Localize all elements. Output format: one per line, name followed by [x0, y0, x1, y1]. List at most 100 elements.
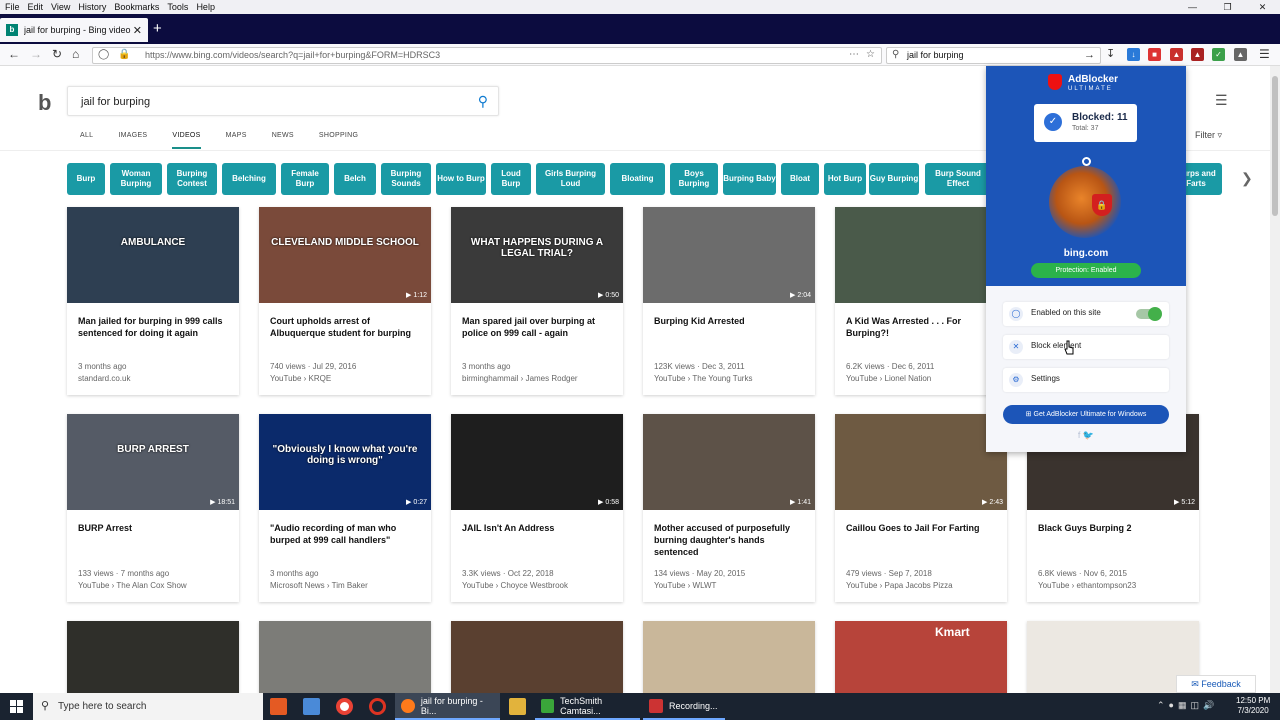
windows-start-icon[interactable]: [10, 700, 23, 713]
video-thumbnail[interactable]: [259, 621, 431, 693]
social-links[interactable]: f 🐦: [986, 430, 1186, 441]
scope-videos[interactable]: VIDEOS: [172, 132, 201, 149]
video-thumbnail[interactable]: [835, 207, 1007, 303]
video-card[interactable]: ▶ 2:04 Burping Kid Arrested 123K views · D…: [643, 207, 815, 395]
menu-history[interactable]: History: [78, 2, 106, 12]
video-thumbnail[interactable]: [451, 621, 623, 693]
taskbar-firefox[interactable]: jail for burping - Bi...: [395, 693, 500, 720]
new-tab-icon[interactable]: +: [153, 20, 162, 37]
close-tab-icon[interactable]: ✕: [133, 24, 142, 37]
video-title[interactable]: Caillou Goes to Jail For Farting: [846, 522, 998, 534]
video-thumbnail[interactable]: ▶ 2:43: [835, 414, 1007, 510]
video-title[interactable]: JAIL Isn't An Address: [462, 522, 614, 534]
browser-tab[interactable]: b jail for burping - Bing video ✕: [0, 18, 148, 42]
related-pill[interactable]: Belch: [334, 163, 376, 195]
related-pill[interactable]: Bloat: [781, 163, 819, 195]
related-pill[interactable]: How to Burp: [436, 163, 486, 195]
forward-icon[interactable]: →: [30, 47, 42, 61]
video-source[interactable]: Microsoft News › Tim Baker: [270, 581, 368, 590]
minimize-icon[interactable]: —: [1175, 0, 1210, 14]
video-source[interactable]: standard.co.uk: [78, 374, 130, 383]
video-thumbnail[interactable]: ▶ 1:41: [643, 414, 815, 510]
video-card[interactable]: AMBULANCE Man jailed for burping in 999 c…: [67, 207, 239, 395]
reload-icon[interactable]: ↻: [52, 47, 62, 61]
video-title[interactable]: "Audio recording of man who burped at 99…: [270, 522, 422, 546]
open-menu-icon[interactable]: ☰: [1259, 47, 1270, 61]
related-pill[interactable]: Female Burp: [281, 163, 329, 195]
pills-next-chevron-icon[interactable]: ❯: [1241, 170, 1253, 187]
downloads-icon[interactable]: ↧: [1106, 47, 1115, 60]
video-title[interactable]: Man jailed for burping in 999 calls sent…: [78, 315, 230, 339]
privacy-shield-icon[interactable]: ▲: [1234, 48, 1247, 61]
related-pill[interactable]: Belching: [222, 163, 276, 195]
taskbar-recording[interactable]: Recording...: [643, 693, 725, 720]
page-actions-icon[interactable]: ⋯: [849, 49, 859, 60]
menu-view[interactable]: View: [51, 2, 70, 12]
bing-search-query[interactable]: jail for burping: [81, 96, 150, 108]
video-title[interactable]: Mother accused of purposefully burning d…: [654, 522, 806, 558]
related-pill[interactable]: Burping Baby: [723, 163, 776, 195]
lock-icon[interactable]: 🔒: [118, 49, 130, 60]
scope-shopping[interactable]: SHOPPING: [319, 132, 358, 149]
video-source[interactable]: YouTube › Papa Jacobs Pizza: [846, 581, 953, 590]
video-thumbnail[interactable]: BURP ARREST ▶ 18:51: [67, 414, 239, 510]
menu-file[interactable]: File: [5, 2, 20, 12]
video-source[interactable]: YouTube › Choyce Westbrook: [462, 581, 568, 590]
scope-maps[interactable]: MAPS: [226, 132, 247, 149]
chrome-icon[interactable]: [336, 698, 353, 715]
related-pill[interactable]: Burp Sound Effect: [925, 163, 991, 195]
related-pill[interactable]: Guy Burping: [869, 163, 919, 195]
url-bar[interactable]: ◯ 🔒 https://www.bing.com/videos/search?q…: [92, 47, 882, 64]
file-explorer-icon[interactable]: [509, 698, 526, 715]
video-source[interactable]: YouTube › The Young Turks: [654, 374, 752, 383]
video-thumbnail[interactable]: Kmart: [835, 621, 1007, 693]
related-pill[interactable]: Hot Burp: [824, 163, 866, 195]
bing-search-icon[interactable]: ⚲: [478, 93, 488, 110]
taskbar-camtasia[interactable]: TechSmith Camtasi...: [535, 693, 640, 720]
video-card[interactable]: "Obviously I know what you're doing is w…: [259, 414, 431, 602]
video-thumbnail[interactable]: WHAT HAPPENS DURING A LEGAL TRIAL? ▶ 0:50: [451, 207, 623, 303]
video-card[interactable]: BURP ARREST ▶ 18:51 BURP Arrest 133 views ·…: [67, 414, 239, 602]
video-thumbnail[interactable]: ▶ 0:58: [451, 414, 623, 510]
extension-red-icon[interactable]: ■: [1148, 48, 1161, 61]
video-thumbnail[interactable]: [643, 621, 815, 693]
video-thumbnail[interactable]: CLEVELAND MIDDLE SCHOOL ▶ 1:12: [259, 207, 431, 303]
ublock-icon[interactable]: ▲: [1191, 48, 1204, 61]
bing-search-box[interactable]: jail for burping ⚲: [67, 86, 499, 116]
bing-menu-icon[interactable]: ☰: [1215, 92, 1228, 109]
video-title[interactable]: A Kid Was Arrested . . . For Burping?!: [846, 315, 998, 339]
get-windows-button[interactable]: ⊞ Get AdBlocker Ultimate for Windows: [1003, 405, 1169, 424]
video-thumbnail[interactable]: [67, 621, 239, 693]
related-pill[interactable]: Girls Burping Loud: [536, 163, 605, 195]
video-card[interactable]: A Kid Was Arrested . . . For Burping?! 6.…: [835, 207, 1007, 395]
settings-row[interactable]: ⚙ Settings: [1003, 368, 1169, 392]
video-card[interactable]: WHAT HAPPENS DURING A LEGAL TRIAL? ▶ 0:50…: [451, 207, 623, 395]
video-source[interactable]: YouTube › KRQE: [270, 374, 331, 383]
taskbar-app-icon[interactable]: [270, 698, 287, 715]
bing-logo[interactable]: b: [38, 90, 51, 116]
video-thumbnail[interactable]: "Obviously I know what you're doing is w…: [259, 414, 431, 510]
video-card[interactable]: ▶ 2:43 Caillou Goes to Jail For Farting 47…: [835, 414, 1007, 602]
system-tray-icons[interactable]: ⌃●▦◫🔊: [1157, 700, 1218, 711]
related-pill[interactable]: Loud Burp: [491, 163, 531, 195]
download-helper-icon[interactable]: ↓: [1127, 48, 1140, 61]
taskbar-search[interactable]: ⚲ Type here to search: [33, 693, 263, 720]
scrollbar-thumb[interactable]: [1272, 76, 1278, 216]
restore-icon[interactable]: ❐: [1210, 0, 1245, 14]
video-card[interactable]: ▶ 0:58 JAIL Isn't An Address 3.3K views · …: [451, 414, 623, 602]
opera-icon[interactable]: [369, 698, 386, 715]
enabled-on-site-row[interactable]: ◯ Enabled on this site: [1003, 302, 1169, 326]
back-icon[interactable]: ←: [8, 47, 20, 61]
video-title[interactable]: Burping Kid Arrested: [654, 315, 806, 327]
menu-bookmarks[interactable]: Bookmarks: [114, 2, 159, 12]
video-source[interactable]: YouTube › ethantompson23: [1038, 581, 1136, 590]
related-pill[interactable]: Woman Burping: [110, 163, 162, 195]
menu-help[interactable]: Help: [196, 2, 215, 12]
green-shield-icon[interactable]: ✓: [1212, 48, 1225, 61]
related-pill[interactable]: Burp: [67, 163, 105, 195]
enabled-toggle[interactable]: [1136, 307, 1162, 321]
video-title[interactable]: Man spared jail over burping at police o…: [462, 315, 614, 339]
page-scrollbar[interactable]: [1270, 66, 1280, 693]
video-thumbnail[interactable]: AMBULANCE: [67, 207, 239, 303]
video-source[interactable]: YouTube › WLWT: [654, 581, 716, 590]
